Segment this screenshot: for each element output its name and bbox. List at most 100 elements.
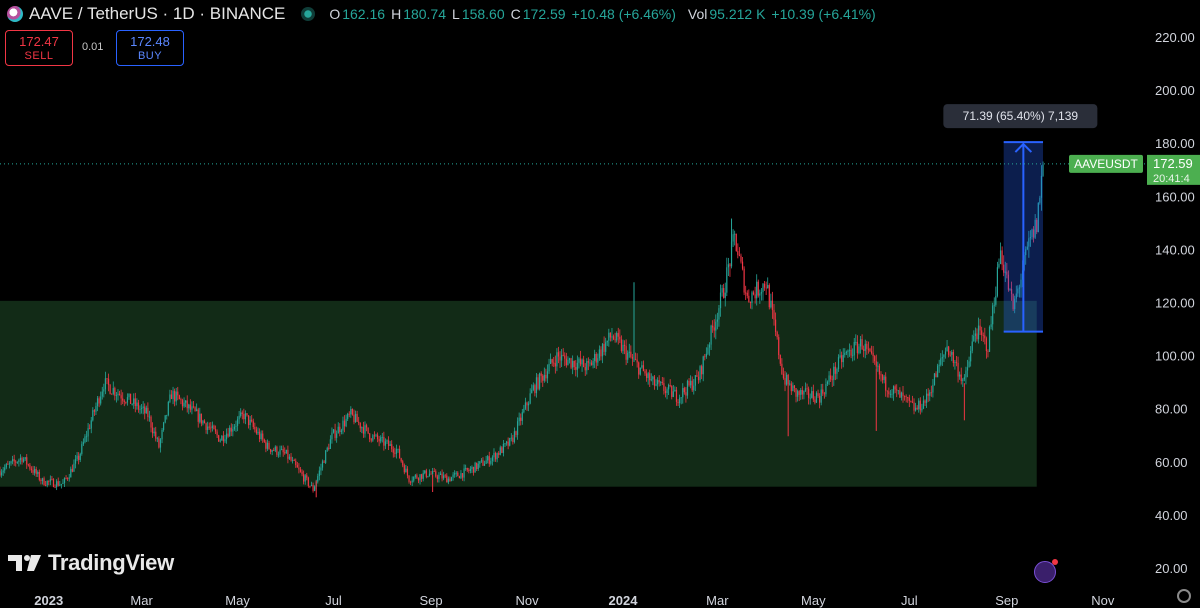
- candle-body: [881, 374, 884, 381]
- candle-body: [48, 480, 50, 482]
- candle-body: [656, 380, 659, 385]
- candle-body: [257, 431, 259, 434]
- candle: [367, 427, 369, 435]
- x-tick-label: Jul: [901, 593, 918, 608]
- candle-body: [658, 380, 660, 383]
- candle: [999, 242, 1002, 265]
- candle-body: [258, 431, 261, 439]
- candle-body: [292, 460, 294, 461]
- candle: [218, 434, 220, 442]
- candle-body: [339, 426, 341, 432]
- range-zone[interactable]: [0, 300, 1037, 487]
- candle-body: [24, 457, 26, 460]
- candle-body: [575, 367, 577, 370]
- candle-body: [798, 391, 800, 395]
- candle-body: [383, 436, 385, 446]
- candle-body: [903, 396, 906, 397]
- candle-body: [323, 461, 325, 463]
- candle-body: [998, 264, 1000, 268]
- candle-body: [325, 450, 327, 463]
- candle: [723, 283, 725, 299]
- candle-body: [748, 295, 750, 302]
- candle-body: [356, 413, 358, 422]
- candle-body: [175, 391, 177, 402]
- candle-body: [438, 475, 440, 479]
- candle-body: [516, 421, 519, 435]
- candle-body: [960, 374, 962, 382]
- candle-body: [30, 468, 33, 471]
- candle: [933, 372, 936, 386]
- sell-button[interactable]: 172.47 SELL: [5, 30, 73, 66]
- candle-body: [675, 389, 678, 402]
- candle-body: [493, 452, 495, 458]
- candle-body: [520, 417, 522, 421]
- chart-area[interactable]: 71.39 (65.40%) 7,139 220.00 200.00 180.00 1…: [0, 0, 1200, 608]
- candle-body: [513, 431, 516, 443]
- candle-body: [125, 402, 127, 403]
- candle-body: [611, 336, 613, 338]
- candle-body: [465, 467, 467, 469]
- symbol-title[interactable]: AAVE / TetherUS · 1D · BINANCE: [29, 4, 285, 24]
- flash-icon[interactable]: [1034, 559, 1058, 583]
- buy-price: 172.48: [130, 34, 170, 49]
- candle-body: [617, 333, 619, 337]
- market-status-icon[interactable]: [301, 7, 316, 21]
- candle-body: [358, 421, 360, 423]
- candle-body: [70, 468, 72, 478]
- candle-body: [347, 413, 349, 419]
- candle-body: [391, 444, 393, 450]
- y-tick-label: 100.00: [1155, 349, 1195, 364]
- gear-icon[interactable]: [1177, 589, 1191, 603]
- candle-body: [140, 408, 143, 409]
- x-tick-label: Sep: [995, 593, 1018, 608]
- candle-body: [932, 384, 934, 393]
- candle-body: [485, 460, 487, 464]
- candle-body: [940, 358, 942, 365]
- candle-body: [269, 449, 272, 452]
- candle-body: [381, 436, 383, 438]
- candle-body: [870, 351, 873, 353]
- candle-body: [644, 371, 646, 374]
- candle-body: [509, 438, 511, 446]
- candle-body: [641, 365, 643, 368]
- volume-label: Vol: [687, 6, 708, 22]
- candle: [757, 279, 759, 298]
- candle-body: [660, 381, 662, 383]
- candle-body: [57, 481, 59, 486]
- candle-body: [699, 366, 701, 381]
- candle-body: [782, 373, 785, 379]
- candle: [285, 449, 287, 454]
- candle: [1001, 246, 1003, 271]
- candle-body: [556, 352, 558, 367]
- candle-body: [435, 471, 437, 477]
- y-tick-label: 200.00: [1155, 83, 1195, 98]
- candle-body: [488, 456, 490, 464]
- candle-body: [320, 467, 322, 471]
- candle-body: [207, 426, 209, 430]
- candle-body: [471, 466, 473, 470]
- candle-body: [606, 340, 608, 343]
- candle-body: [567, 359, 569, 366]
- candle-body: [432, 470, 434, 475]
- candle-body: [303, 474, 305, 482]
- candle-body: [247, 415, 250, 426]
- candle-body: [559, 356, 561, 361]
- candle-body: [564, 355, 566, 359]
- candle-body: [886, 390, 888, 392]
- candle: [770, 293, 772, 309]
- candle-body: [938, 364, 940, 366]
- aave-logo-icon[interactable]: [7, 6, 23, 22]
- candle-body: [981, 330, 983, 335]
- spread-value: 0.01: [82, 41, 104, 53]
- candle-body: [134, 398, 136, 407]
- candle-body: [828, 375, 830, 382]
- candle-body: [878, 365, 881, 375]
- candle: [325, 449, 327, 464]
- candle-body: [557, 352, 560, 357]
- buy-button[interactable]: 172.48 BUY: [116, 30, 184, 66]
- candle-body: [957, 363, 959, 377]
- candle: [732, 229, 734, 247]
- candle-body: [241, 412, 243, 414]
- candle-body: [774, 319, 777, 332]
- price-chart[interactable]: 71.39 (65.40%) 7,139 220.00 200.00 180.00 1…: [0, 0, 1200, 608]
